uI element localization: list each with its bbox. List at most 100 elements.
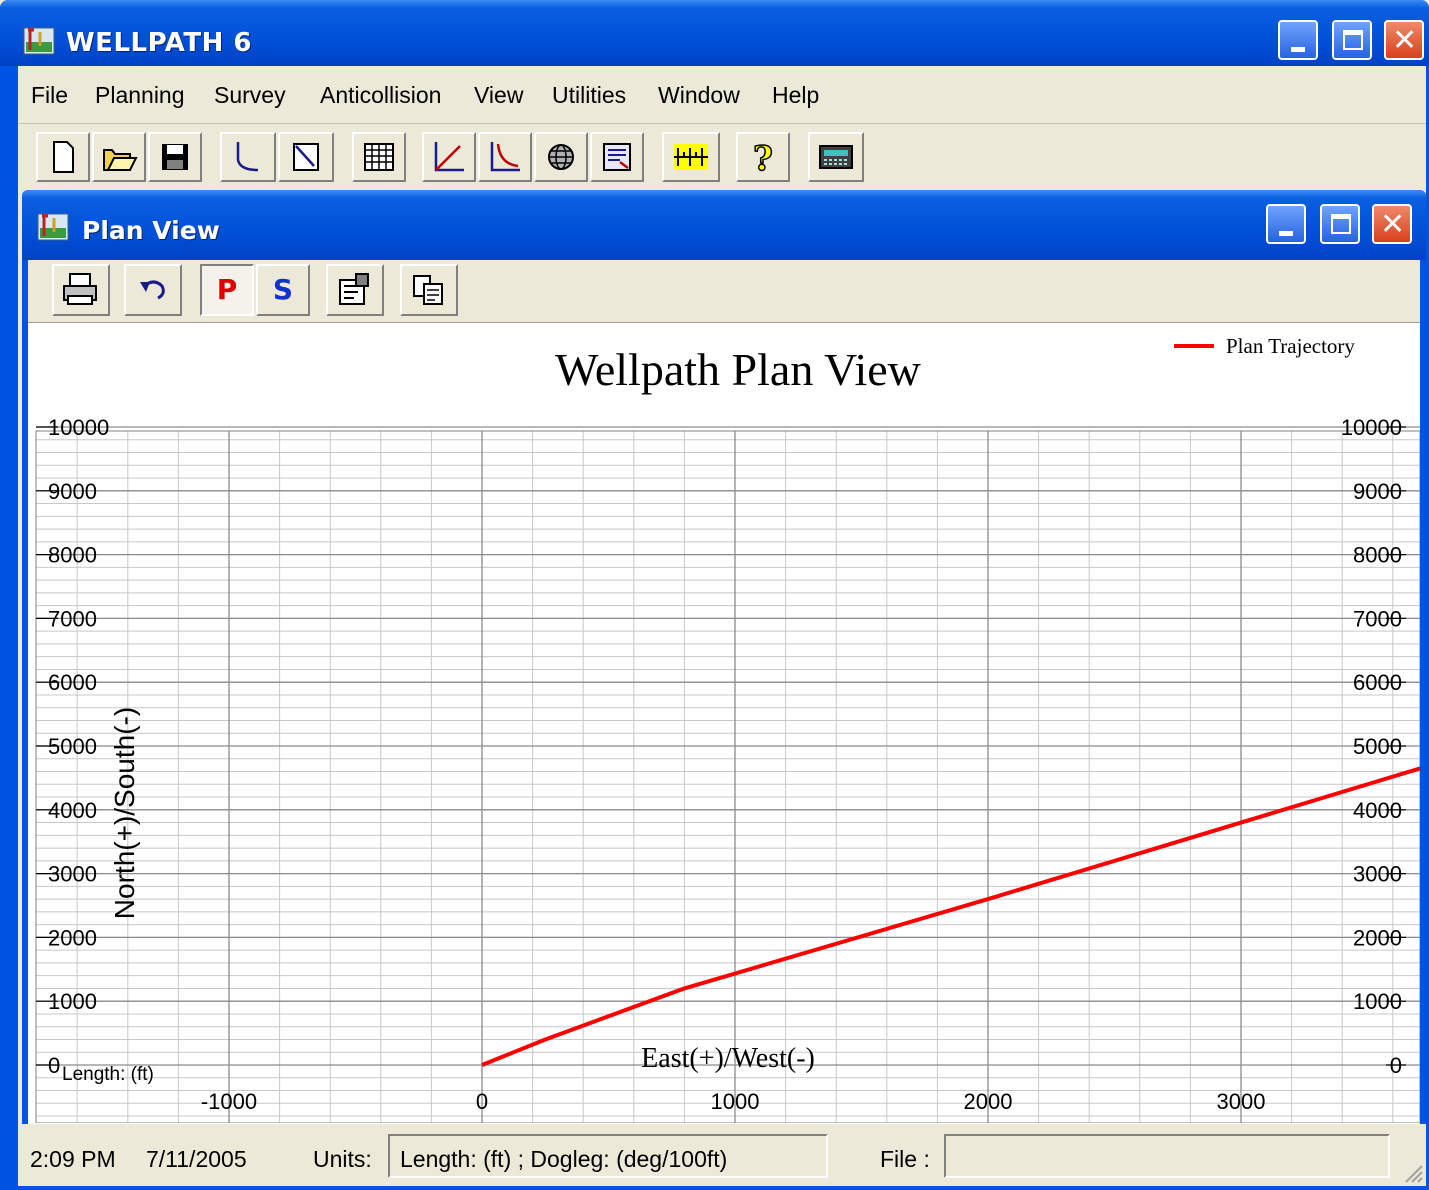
- plan-view-body: P S 0 1000 2000 3000 4000 5000 6000 7000…: [0, 260, 1429, 1124]
- status-file-label: File :: [880, 1146, 930, 1172]
- undo-icon: [140, 280, 165, 300]
- child-minimize-button[interactable]: [1266, 204, 1306, 244]
- open-folder-icon: [103, 149, 138, 171]
- status-time: 2:09 PM: [30, 1146, 116, 1172]
- undo-button[interactable]: [124, 264, 182, 316]
- chart-title: Wellpath Plan View: [555, 344, 922, 395]
- y-tick-label-left: 6000: [48, 670, 97, 695]
- maximize-button[interactable]: [1332, 20, 1372, 60]
- child-close-button[interactable]: ✕: [1372, 204, 1412, 244]
- y-tick-label-left: 2000: [48, 925, 97, 950]
- plan-curve-icon: [490, 142, 520, 172]
- minimize-icon: [1279, 231, 1293, 236]
- ruler-icon: [674, 144, 708, 170]
- help-button[interactable]: ?: [736, 132, 790, 182]
- y-tick-label-left: 4000: [48, 798, 97, 823]
- menu-window[interactable]: Window: [658, 82, 740, 109]
- chart-legend: Plan Trajectory: [1174, 334, 1355, 358]
- copy-icon: [413, 275, 443, 305]
- y-tick-label-left: 5000: [48, 734, 97, 759]
- menu-bar: File Planning Survey Anticollision View …: [18, 66, 1426, 124]
- properties-icon: [339, 273, 369, 305]
- survey-icon: [293, 143, 319, 171]
- child-maximize-button[interactable]: [1320, 204, 1360, 244]
- minimize-button[interactable]: [1278, 20, 1318, 60]
- x-tick-label: -1000: [201, 1089, 257, 1114]
- y-tick-label-right: 0: [1390, 1053, 1402, 1078]
- app-client-area: File Planning Survey Anticollision View …: [0, 66, 1429, 1186]
- survey-button[interactable]: [278, 132, 334, 182]
- survey-toggle-label: S: [272, 273, 294, 306]
- copy-button[interactable]: [400, 264, 458, 316]
- table-button[interactable]: [352, 132, 406, 182]
- new-file-button[interactable]: [36, 132, 90, 182]
- y-tick-label-right: 2000: [1353, 925, 1402, 950]
- plan-view-chart[interactable]: 0 1000 2000 3000 4000 5000 6000 7000 8000 9000 100…: [0, 323, 1429, 1124]
- app-title-bar[interactable]: WELLPATH 6 ✕: [0, 0, 1429, 66]
- help-icon: ?: [752, 138, 773, 180]
- close-icon: ✕: [1380, 207, 1406, 242]
- resize-grip-icon[interactable]: [1402, 1162, 1424, 1184]
- status-units-field: Length: (ft) ; Dogleg: (deg/100ft): [388, 1134, 828, 1178]
- maximize-icon: [1343, 30, 1363, 50]
- planning-button[interactable]: [220, 132, 276, 182]
- report-button[interactable]: [590, 132, 644, 182]
- plan-curve-button[interactable]: [478, 132, 532, 182]
- status-units-label: Units:: [313, 1146, 372, 1172]
- plan-view-title-bar[interactable]: Plan View ✕: [22, 190, 1426, 260]
- x-tick-label: 2000: [964, 1089, 1013, 1114]
- 3d-view-button[interactable]: [534, 132, 588, 182]
- plan-view-window: Plan View ✕ P S 0 1000 2000 3000 4000 50…: [0, 190, 1429, 1124]
- ruler-button[interactable]: [662, 132, 720, 182]
- y-tick-label-left: 3000: [48, 862, 97, 887]
- planning-curve-icon: [236, 142, 259, 172]
- minimize-icon: [1291, 47, 1305, 52]
- wellpath-app-icon: [37, 213, 69, 241]
- x-tick-label: 1000: [711, 1089, 760, 1114]
- menu-help[interactable]: Help: [772, 82, 819, 109]
- app-title: WELLPATH 6: [66, 28, 252, 58]
- open-button[interactable]: [92, 132, 146, 182]
- menu-view[interactable]: View: [474, 82, 523, 109]
- menu-utilities[interactable]: Utilities: [552, 82, 626, 109]
- chart-minor-grid: [36, 431, 1420, 1123]
- y-tick-label-right: 1000: [1353, 989, 1402, 1014]
- status-date: 7/11/2005: [146, 1146, 247, 1172]
- plan-view-toolbar: P S: [28, 260, 1420, 322]
- wellpath-window: WELLPATH 6 ✕ File Planning Survey Antico…: [0, 0, 1429, 1190]
- chart-major-grid: [35, 426, 1421, 1124]
- plan-view-chart-area[interactable]: 0 1000 2000 3000 4000 5000 6000 7000 8000 9000 100…: [0, 322, 1429, 1124]
- menu-survey[interactable]: Survey: [214, 82, 286, 109]
- y-axis-label: North(+)/South(-): [109, 707, 140, 919]
- x-tick-label: 3000: [1217, 1089, 1266, 1114]
- menu-planning[interactable]: Planning: [95, 82, 185, 109]
- properties-button[interactable]: [326, 264, 384, 316]
- y-tick-label-right: 9000: [1353, 479, 1402, 504]
- menu-file[interactable]: File: [31, 82, 68, 109]
- main-toolbar: ?: [18, 124, 1426, 190]
- close-button[interactable]: ✕: [1384, 20, 1424, 60]
- plan-toggle-button[interactable]: P: [200, 264, 254, 316]
- printer-icon: [63, 273, 97, 305]
- table-grid-icon: [364, 143, 394, 171]
- y-tick-label-right: 8000: [1353, 543, 1402, 568]
- survey-toggle-button[interactable]: S: [256, 264, 310, 316]
- save-button[interactable]: [148, 132, 202, 182]
- x-tick-labels: -6000-5000-4000-3000-2000-10000100020003…: [0, 1089, 1266, 1114]
- y-tick-label-right: 5000: [1353, 734, 1402, 759]
- new-file-icon: [53, 141, 74, 173]
- close-icon: ✕: [1392, 23, 1418, 58]
- plan-toggle-label: P: [216, 273, 238, 306]
- vertical-section-button[interactable]: [422, 132, 476, 182]
- menu-anticollision[interactable]: Anticollision: [320, 82, 441, 109]
- y-tick-label-right: 10000: [1341, 415, 1402, 440]
- x-tick-label: 0: [476, 1089, 488, 1114]
- length-unit-label: Length: (ft): [62, 1064, 154, 1085]
- calculator-button[interactable]: [808, 132, 864, 182]
- print-button[interactable]: [52, 264, 110, 316]
- y-tick-label-left: 1000: [48, 989, 97, 1014]
- plan-view-title: Plan View: [82, 216, 220, 245]
- calculator-icon: [819, 145, 853, 169]
- y-tick-label-right: 4000: [1353, 798, 1402, 823]
- status-units-value: Length: (ft) ; Dogleg: (deg/100ft): [400, 1146, 728, 1172]
